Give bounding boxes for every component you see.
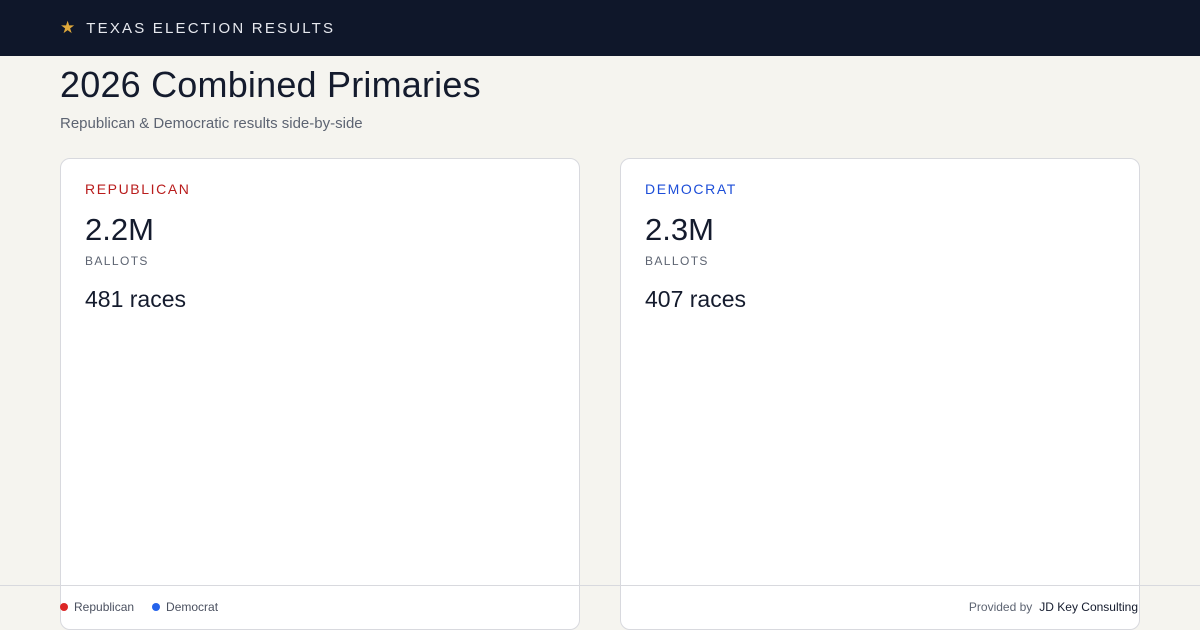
party-label: DEMOCRAT bbox=[645, 181, 737, 197]
page-subtitle: Republican & Democratic results side-by-… bbox=[60, 115, 363, 132]
legend: Republican Democrat bbox=[60, 600, 236, 614]
races-count: 481 races bbox=[85, 286, 187, 312]
top-bar: ★ TEXAS ELECTION RESULTS bbox=[0, 0, 1200, 56]
republican-dot-icon bbox=[60, 603, 68, 611]
provider-name: JD Key Consulting bbox=[1039, 600, 1138, 614]
footer: Republican Democrat Provided by JD Key Co… bbox=[0, 585, 1200, 630]
star-icon: ★ bbox=[60, 18, 76, 37]
democrat-dot-icon bbox=[152, 603, 161, 611]
legend-item-democrat: Democrat bbox=[152, 600, 218, 614]
ballots-value: 2.3M bbox=[645, 212, 714, 247]
party-label: REPUBLICAN bbox=[85, 181, 191, 197]
ballots-label: BALLOTS bbox=[85, 254, 149, 268]
democrat-card: DEMOCRAT 2.3M BALLOTS 407 races bbox=[620, 158, 1140, 630]
provided-by-label: Provided by bbox=[968, 600, 1033, 614]
legend-label: Democrat bbox=[166, 600, 219, 614]
ballots-label: BALLOTS bbox=[645, 254, 709, 268]
brand-title: TEXAS ELECTION RESULTS bbox=[86, 19, 336, 37]
legend-item-republican: Republican bbox=[60, 600, 134, 614]
ballots-value: 2.2M bbox=[85, 212, 154, 247]
page-title: 2026 Combined Primaries bbox=[60, 64, 481, 105]
credit: Provided by JD Key Consulting bbox=[969, 600, 1138, 614]
republican-card: REPUBLICAN 2.2M BALLOTS 481 races bbox=[60, 158, 580, 630]
races-count: 407 races bbox=[645, 286, 747, 312]
legend-label: Republican bbox=[74, 600, 135, 614]
